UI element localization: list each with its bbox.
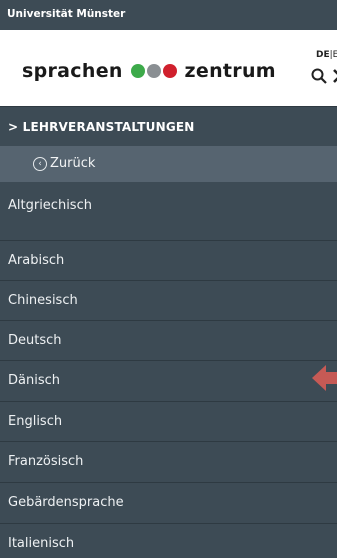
list-item-label: Arabisch: [8, 253, 65, 268]
breadcrumb[interactable]: > LEHRVERANSTALTUNGEN: [0, 106, 337, 147]
list-item-label: Französisch: [8, 454, 84, 469]
list-item-englisch[interactable]: Englisch: [0, 402, 337, 442]
university-name[interactable]: Universität Münster: [7, 8, 125, 20]
language-list: Altgriechisch Arabisch Chinesisch Deutsc…: [0, 182, 337, 558]
back-label: Zurück: [50, 156, 96, 171]
logo-dot-green: [130, 64, 145, 78]
logo-text-left: sprachen: [22, 60, 123, 82]
list-item-label: Englisch: [8, 414, 63, 429]
list-item-gebaerdensprache[interactable]: Gebärdensprache: [0, 483, 337, 524]
list-item-label: Altgriechisch: [8, 198, 92, 213]
logo-dot-red: [162, 64, 177, 78]
lang-en[interactable]: EN: [333, 50, 337, 60]
list-item-label: Deutsch: [8, 333, 62, 348]
pointer-arrow-icon: [312, 365, 326, 391]
sprachenzentrum-logo[interactable]: sprachen zentrum: [22, 60, 276, 82]
list-item-label: Chinesisch: [8, 293, 78, 308]
university-topbar: Universität Münster: [0, 0, 337, 30]
list-item-arabisch[interactable]: Arabisch: [0, 241, 337, 281]
list-item-label: Gebärdensprache: [8, 495, 124, 510]
pointer-arrow-tail: [325, 372, 337, 384]
lang-de[interactable]: DE: [316, 50, 330, 60]
list-item-label: Dänisch: [8, 373, 60, 388]
list-item-deutsch[interactable]: Deutsch: [0, 321, 337, 361]
close-icon[interactable]: [333, 68, 337, 89]
list-item-chinesisch[interactable]: Chinesisch: [0, 281, 337, 321]
back-button[interactable]: ‹ Zurück: [0, 146, 337, 182]
list-item-franzoesisch[interactable]: Französisch: [0, 442, 337, 483]
language-switcher: DE|EN: [316, 50, 337, 60]
list-item-italienisch[interactable]: Italienisch: [0, 524, 337, 558]
back-arrow-icon: ‹: [33, 157, 47, 171]
list-item-label: Italienisch: [8, 536, 75, 551]
logo-text-right: zentrum: [184, 60, 276, 82]
list-item-altgriechisch[interactable]: Altgriechisch: [0, 182, 337, 241]
list-item-daenisch[interactable]: Dänisch: [0, 361, 337, 402]
search-icon[interactable]: [311, 68, 327, 89]
logo-dot-gray: [146, 64, 161, 78]
breadcrumb-label: > LEHRVERANSTALTUNGEN: [8, 120, 195, 134]
